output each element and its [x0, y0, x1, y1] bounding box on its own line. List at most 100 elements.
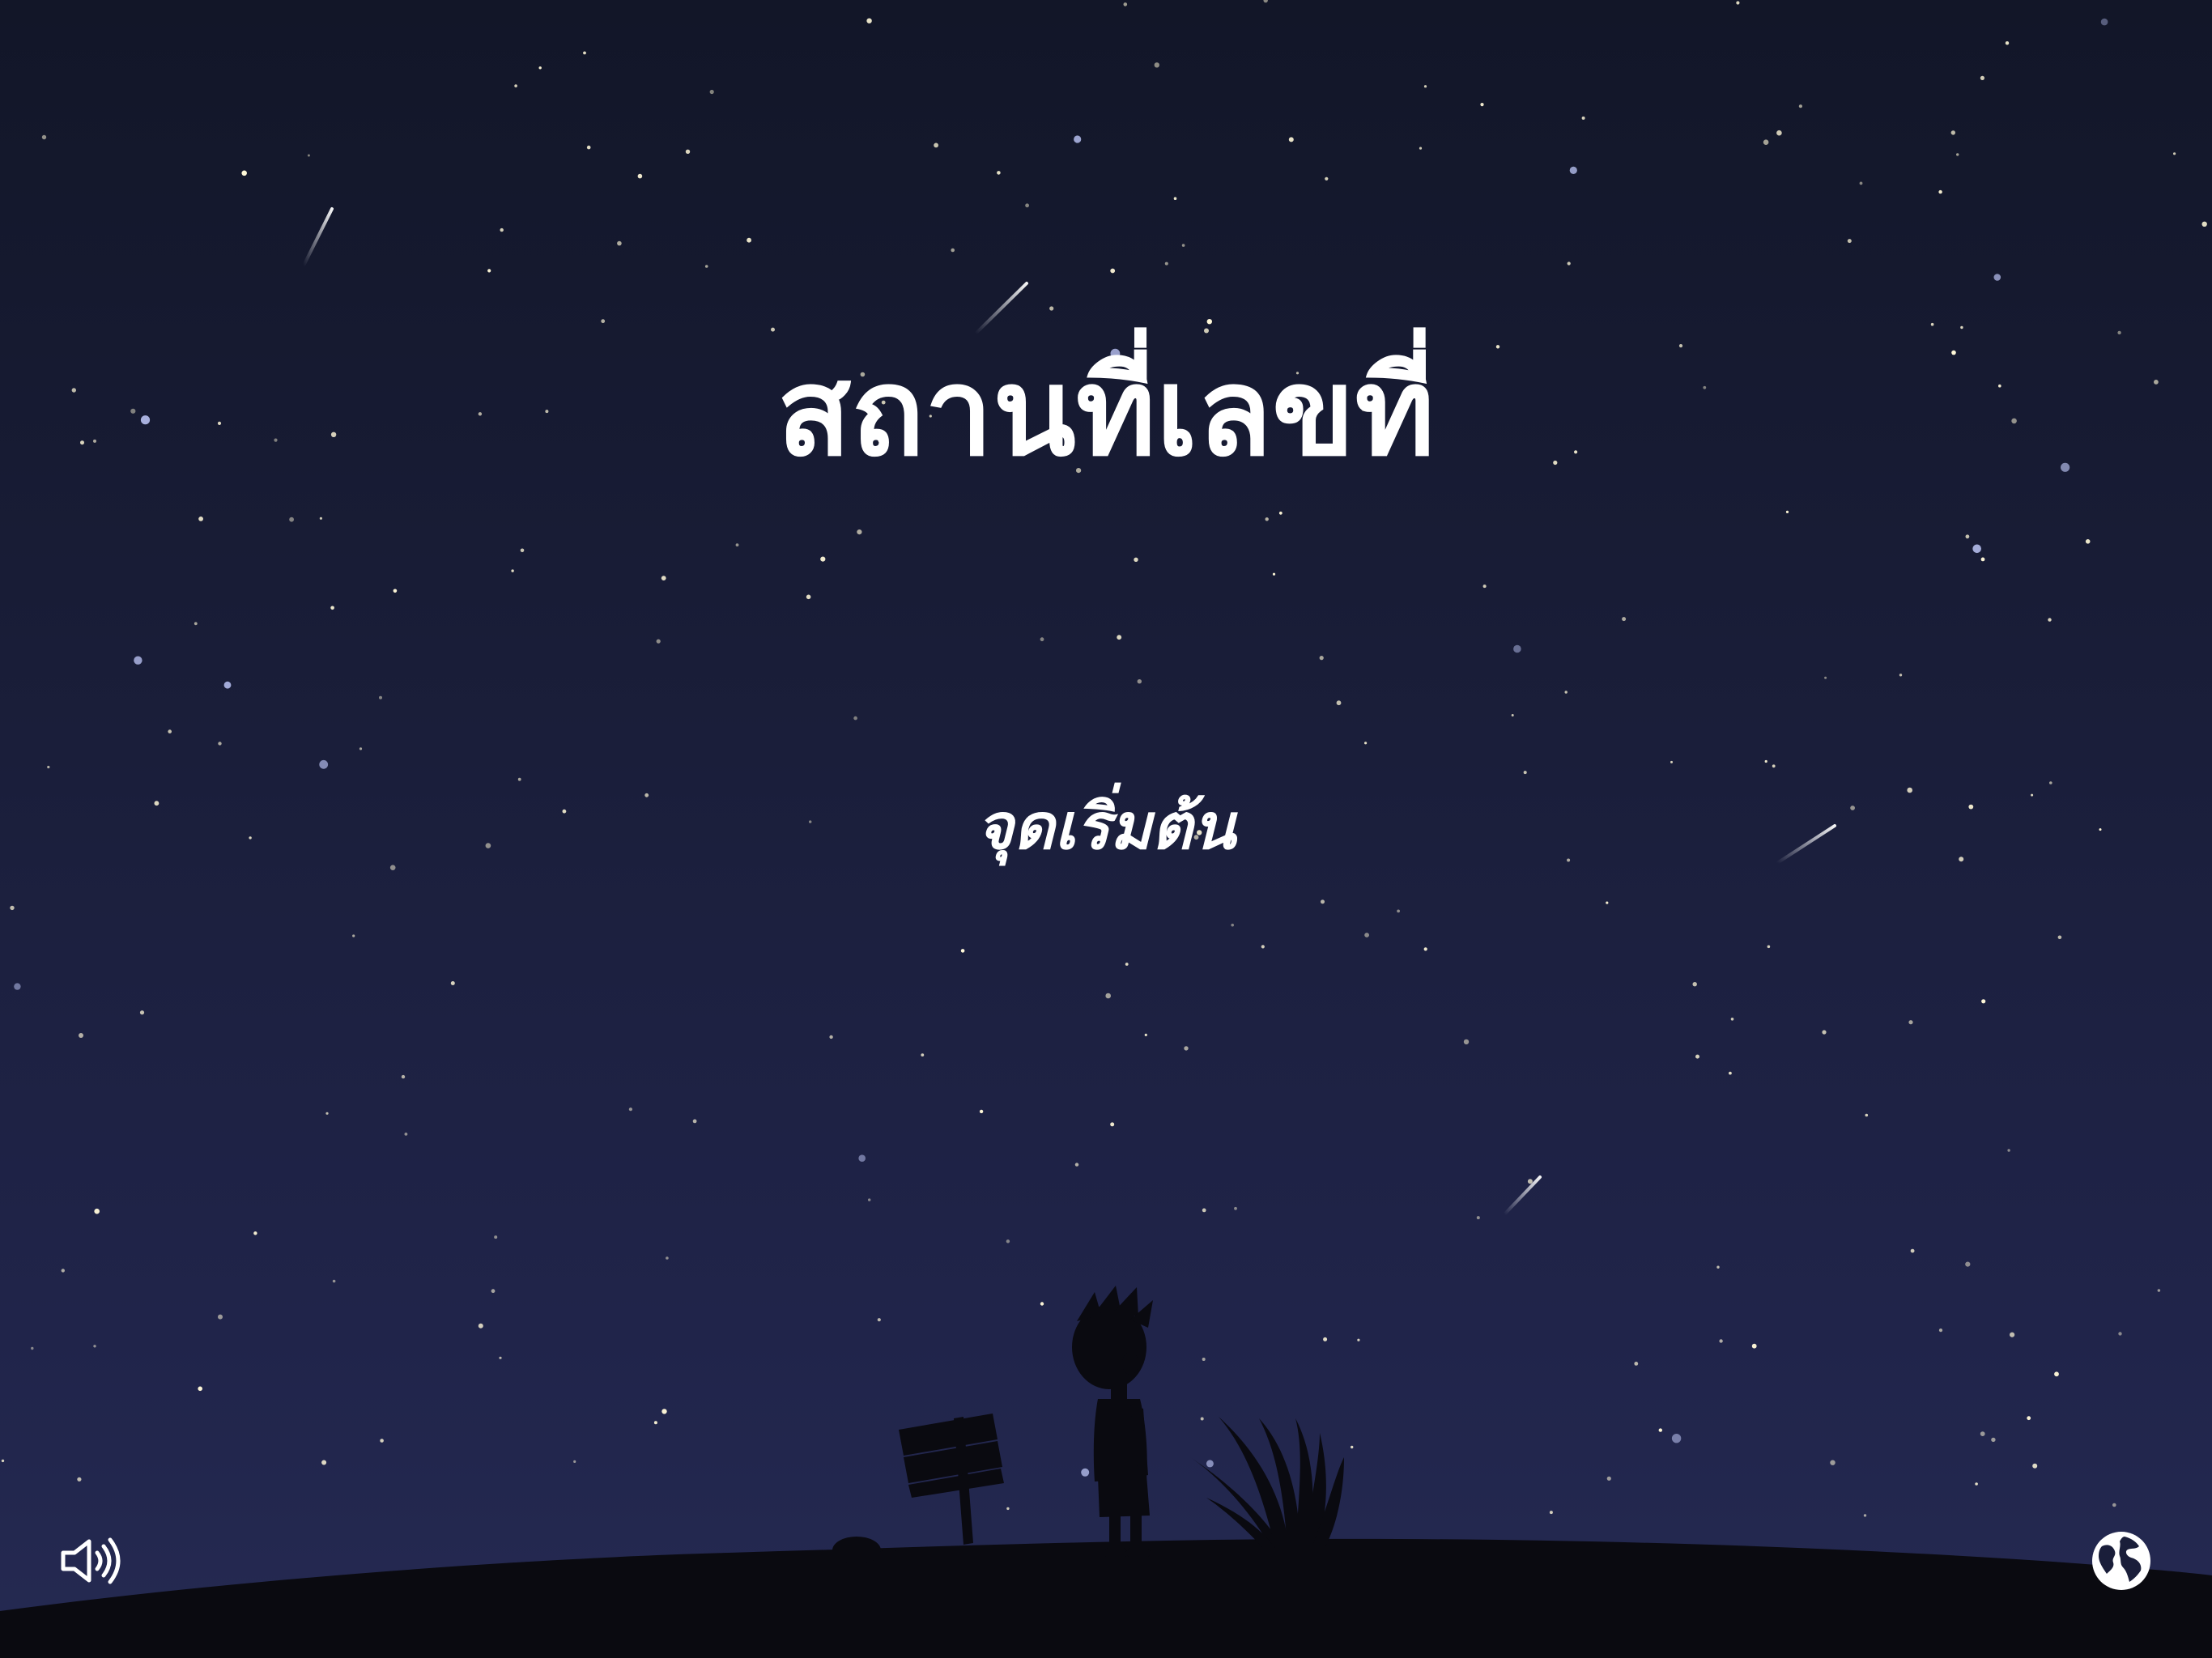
star [709, 89, 714, 95]
star [951, 248, 955, 253]
star [1110, 1122, 1115, 1127]
star [1125, 963, 1129, 966]
star [330, 606, 334, 610]
speaker-icon [61, 1537, 121, 1584]
star [1730, 1018, 1734, 1021]
star [450, 981, 455, 985]
star [1480, 103, 1484, 107]
star [1164, 261, 1168, 266]
star [2157, 1289, 2161, 1292]
star [1040, 637, 1044, 642]
star [1658, 1428, 1662, 1432]
star [921, 1053, 925, 1056]
star [1025, 203, 1029, 208]
star [325, 1112, 329, 1115]
star [1105, 993, 1111, 999]
star [1202, 1208, 1206, 1213]
star [628, 1107, 633, 1112]
star [1261, 945, 1265, 949]
star [661, 576, 666, 580]
star [1581, 116, 1585, 120]
sound-button[interactable] [52, 1522, 130, 1600]
star [1, 1459, 5, 1463]
star [2010, 1332, 2015, 1337]
star [617, 240, 622, 246]
star [198, 1386, 202, 1392]
start-button[interactable]: จุดเริ่มต้น [0, 789, 2212, 865]
star [1965, 1261, 1971, 1267]
star [1908, 1020, 1913, 1025]
star [1965, 534, 1970, 539]
star [868, 1198, 871, 1201]
star [1144, 1033, 1147, 1036]
star [1040, 1302, 1044, 1306]
star [806, 594, 811, 600]
star [2201, 221, 2207, 227]
star [332, 1279, 336, 1283]
star [31, 1346, 34, 1350]
star [1606, 901, 1609, 904]
star [1364, 742, 1368, 745]
star [1319, 656, 1324, 661]
star [1830, 1460, 1836, 1465]
star [319, 517, 322, 520]
star [2032, 1463, 2038, 1469]
star [1482, 585, 1487, 589]
ground-silhouette [0, 1538, 2212, 1658]
star [1323, 1337, 1328, 1341]
star [1419, 147, 1423, 150]
star [1134, 557, 1138, 562]
star [404, 1133, 408, 1136]
star [1980, 1431, 1985, 1436]
star [1767, 945, 1771, 949]
star [491, 1289, 496, 1294]
star [93, 1345, 96, 1348]
star [2005, 41, 2010, 45]
star [1049, 306, 1054, 311]
star [1622, 617, 1627, 622]
rock [832, 1537, 881, 1564]
star [1234, 1206, 1237, 1210]
star [1930, 322, 1934, 326]
shooting-star [302, 207, 334, 267]
star [1764, 759, 1767, 763]
star [307, 154, 310, 157]
star [666, 1256, 669, 1260]
language-button[interactable] [2082, 1522, 2160, 1600]
star [1278, 511, 1283, 515]
star [1006, 1239, 1010, 1244]
star [1263, 0, 1268, 3]
star [1206, 319, 1213, 325]
star [1074, 1163, 1079, 1167]
star [380, 1439, 384, 1443]
star [1822, 1030, 1827, 1035]
star [538, 66, 542, 70]
star [1463, 1039, 1470, 1045]
star [747, 237, 751, 243]
star [499, 1356, 502, 1359]
star [656, 639, 661, 644]
rock [878, 1550, 900, 1562]
star [1910, 1248, 1915, 1253]
star [857, 529, 862, 535]
star [1960, 325, 1963, 329]
star [1265, 517, 1269, 521]
star [1606, 1476, 1611, 1481]
star [1523, 771, 1527, 775]
star [1423, 85, 1427, 88]
shooting-star [1503, 1175, 1542, 1216]
star [2054, 1371, 2059, 1377]
star [253, 1231, 257, 1235]
star [1006, 1507, 1010, 1511]
star [379, 695, 382, 699]
star [866, 18, 872, 23]
star [1357, 1338, 1360, 1341]
star [934, 142, 938, 148]
star [487, 269, 491, 273]
star [134, 656, 143, 665]
star [1272, 572, 1276, 576]
star [1859, 181, 1863, 185]
star [573, 1460, 576, 1463]
star [1184, 1046, 1189, 1051]
star [1729, 1071, 1732, 1075]
